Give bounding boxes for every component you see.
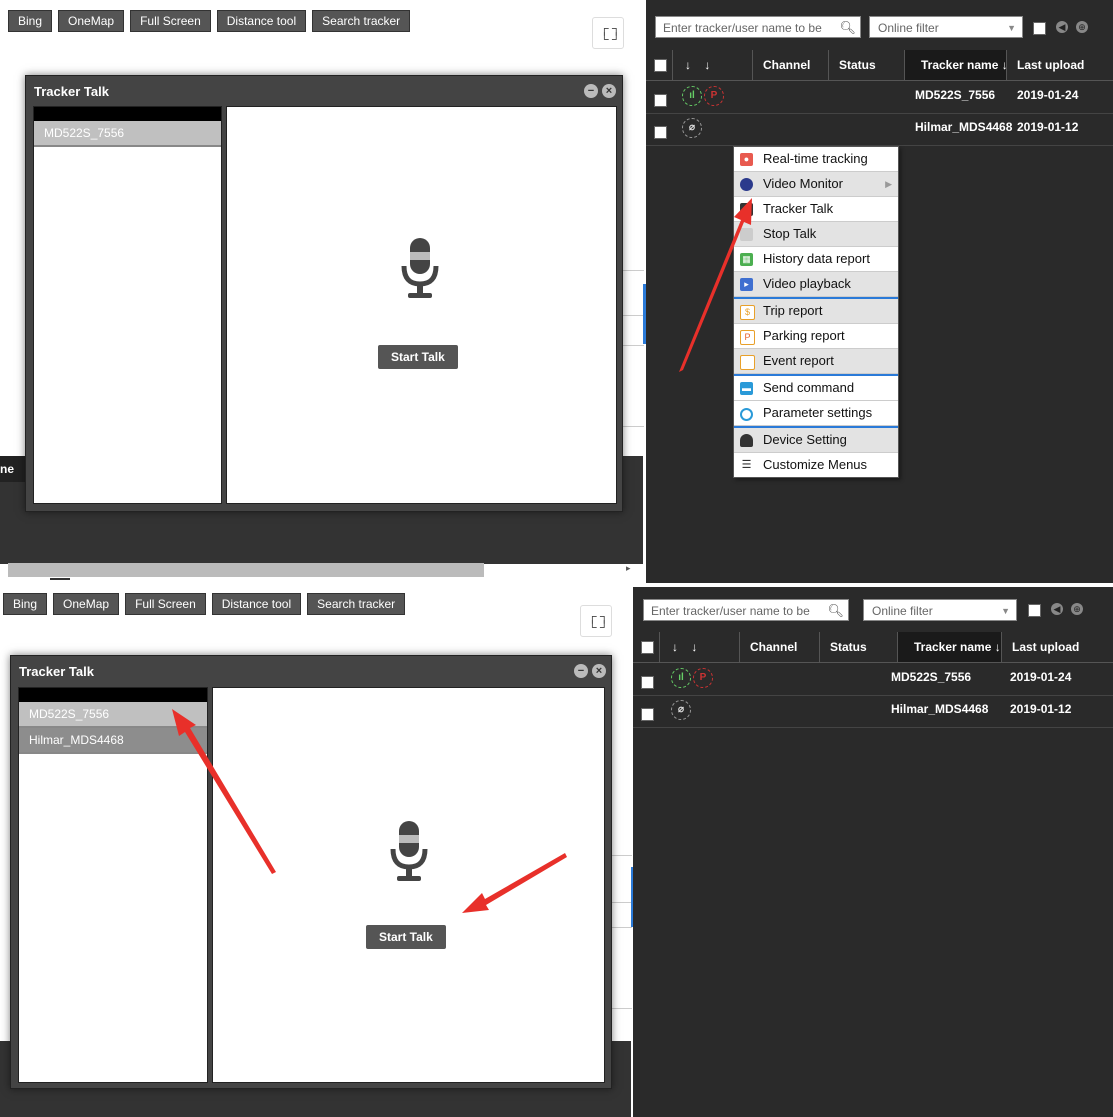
annotation-arrow [679, 198, 752, 372]
annotation-arrows [172, 709, 567, 913]
screenshot-talk-list: Bing OneMap Full Screen Distance tool Se… [0, 587, 1113, 1117]
screenshot-context-menu: Bing OneMap Full Screen Distance tool Se… [0, 0, 1113, 583]
